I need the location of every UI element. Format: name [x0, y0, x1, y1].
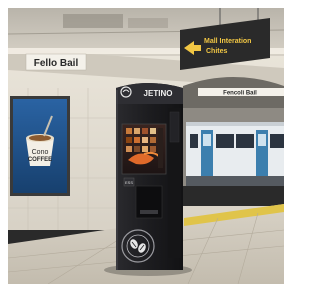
station-sign-left: Fello Bail	[25, 53, 87, 71]
poster-line1: Cono	[32, 149, 49, 156]
payment-button[interactable]: ESS	[123, 177, 135, 187]
kiosk-brand: JETINO	[144, 89, 173, 98]
coffee-kiosk: JETINO ESS	[116, 83, 183, 270]
poster-line2: COFFEE	[28, 157, 52, 163]
scene-svg: Fello Bail Mall Interation Chites Cono C…	[8, 8, 284, 284]
payment-button-label: ESS	[125, 180, 133, 185]
direction-line1: Mall Interation	[204, 38, 251, 45]
coffee-poster: Cono COFFEE	[10, 96, 70, 196]
photo-scene: Fello Bail Mall Interation Chites Cono C…	[8, 8, 284, 284]
cup-dispenser	[135, 185, 163, 219]
kiosk-touchscreen[interactable]	[121, 123, 167, 175]
station-name-right: Fencoli Bail	[223, 91, 257, 97]
station-name-left: Fello Bail	[34, 58, 79, 69]
train-area: Fencoli Bail	[183, 77, 284, 206]
direction-line2: Chites	[206, 48, 228, 55]
